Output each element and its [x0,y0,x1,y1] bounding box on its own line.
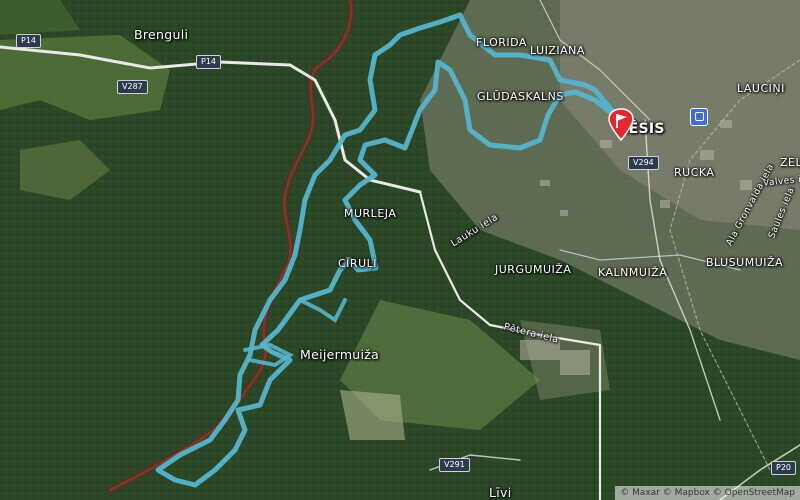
place-label-florida: FLORIDA [476,36,527,49]
road-shield-v294: V294 [628,156,659,170]
place-label-zeltini: ZEL [780,156,800,169]
place-label-blusumuiza: BLUSUMUIŽA [706,256,784,269]
road-shield-v291: V291 [439,458,470,472]
satellite-basemap [0,0,800,500]
place-label-jurgumuiza: JURGUMUIŽA [495,263,572,276]
road-shield-p20: P20 [771,461,797,475]
place-label-luiziana: LUIZIANA [530,44,585,57]
map-view[interactable]: Brenguli FLORIDA LUIZIANA GLŪDASKALNS CĒ… [0,0,800,500]
place-label-brenguli: Brenguli [134,27,189,42]
place-label-kalnmuiza: KALNMUIŽA [598,266,668,279]
road-shield-v287: V287 [117,80,148,94]
place-label-cirulisi: CĪRUĻI [338,257,377,270]
map-attribution[interactable]: © Maxar © Mapbox © OpenStreetMap [615,486,800,500]
road-shield-p14-west: P14 [16,34,42,48]
place-label-laucini: LAUCIŅI [737,82,785,95]
place-label-livi: Līvi [489,485,512,500]
place-label-gludaskalns: GLŪDASKALNS [477,90,564,103]
place-label-murleja: MURLEJA [344,207,397,220]
place-label-rucka: RUCKA [674,166,715,179]
place-label-meijermuiza: Meijermuiža [300,347,380,362]
road-shield-p14-mid: P14 [196,55,222,69]
train-station-icon[interactable] [690,108,708,126]
